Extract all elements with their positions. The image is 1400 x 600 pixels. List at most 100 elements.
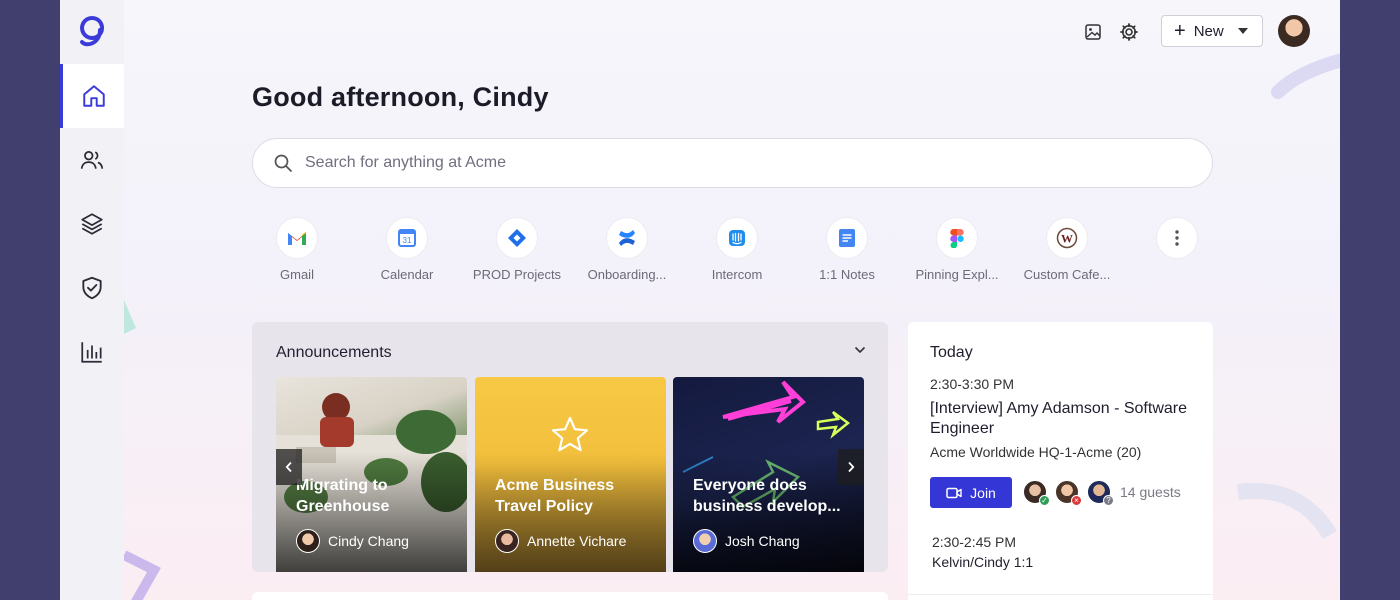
user-avatar[interactable]: [1278, 15, 1310, 47]
carousel-next-button[interactable]: [838, 449, 864, 485]
svg-text:31: 31: [403, 236, 412, 245]
plus-icon: +: [1174, 20, 1186, 42]
app-label: Calendar: [380, 267, 434, 282]
carousel-prev-button[interactable]: [276, 449, 302, 485]
event-title[interactable]: [Interview] Amy Adamson - Software Engin…: [930, 399, 1200, 439]
search-icon: [274, 154, 292, 172]
sidebar-item-layers[interactable]: [60, 192, 124, 256]
card-author: Josh Chang: [693, 529, 800, 553]
guest-avatar: ✓: [1022, 479, 1050, 506]
author-avatar: [495, 529, 519, 553]
video-camera-icon: [946, 487, 962, 498]
app-shortcut-pinning[interactable]: Pinning Expl...: [902, 218, 1012, 282]
guest-list[interactable]: ✓ × ? 14 guests: [1022, 479, 1181, 506]
decorative-arc: [1236, 483, 1337, 540]
app-shortcuts: Gmail 31 Calendar PROD Projects Onboardi…: [252, 218, 1212, 288]
event-time: 2:30-3:30 PM: [930, 376, 1015, 392]
chevron-left-icon: [285, 461, 292, 473]
chevron-right-icon: [848, 461, 855, 473]
shield-check-icon: [82, 276, 102, 300]
caret-down-icon: [1237, 28, 1248, 34]
image-icon[interactable]: [1081, 20, 1105, 44]
card-author: Annette Vichare: [495, 529, 626, 553]
app-label: Gmail: [280, 267, 314, 282]
sidebar-item-home[interactable]: [60, 64, 124, 128]
figma-icon: [937, 218, 977, 258]
app-shortcut-custom-cafe[interactable]: W Custom Cafe...: [1012, 218, 1122, 282]
more-apps-button[interactable]: [1122, 218, 1232, 258]
search-bar[interactable]: [252, 138, 1213, 188]
card-title: Acme Business Travel Policy: [495, 477, 615, 515]
decorative-arc: [1271, 53, 1340, 99]
sidebar: [60, 0, 124, 600]
chevron-down-icon[interactable]: [854, 346, 866, 354]
app-window: + New Good afternoon, Cindy Gmail: [60, 0, 1340, 600]
next-panel: [252, 592, 888, 600]
divider: [908, 594, 1213, 595]
new-button-label: New: [1193, 22, 1224, 40]
tentative-question-icon: ?: [1103, 495, 1114, 506]
declined-x-icon: ×: [1071, 495, 1082, 506]
today-panel: Today 2:30-3:30 PM [Interview] Amy Adams…: [908, 322, 1213, 600]
announcements-title: Announcements: [276, 344, 392, 361]
author-name: Annette Vichare: [527, 533, 627, 549]
w-logo-icon: W: [1047, 218, 1087, 258]
app-label: 1:1 Notes: [819, 267, 875, 282]
event-title[interactable]: Kelvin/Cindy 1:1: [932, 554, 1033, 570]
app-label: Intercom: [711, 267, 763, 282]
intercom-icon: [717, 218, 757, 258]
sidebar-item-people[interactable]: [60, 128, 124, 192]
event-location: Acme Worldwide HQ-1-Acme (20): [930, 444, 1142, 460]
announcements-panel: Announcements Migrating to Greenhouse Ci…: [252, 322, 888, 572]
guest-count: 14 guests: [1120, 484, 1181, 500]
confluence-icon: [607, 218, 647, 258]
announcement-card[interactable]: Acme Business Travel Policy Annette Vich…: [475, 377, 666, 572]
sidebar-item-security[interactable]: [60, 256, 124, 320]
app-label: PROD Projects: [472, 267, 562, 282]
card-author: Cindy Chang: [296, 529, 409, 553]
app-logo-icon[interactable]: [76, 14, 108, 50]
people-icon: [80, 151, 104, 169]
app-label: Custom Cafe...: [1023, 267, 1111, 282]
join-meeting-button[interactable]: Join: [930, 477, 1012, 508]
gmail-icon: [277, 218, 317, 258]
announcement-card[interactable]: Everyone does business develop... Josh C…: [673, 377, 864, 572]
decorative-shape: [124, 550, 161, 600]
app-shortcut-onboarding[interactable]: Onboarding...: [572, 218, 682, 282]
decorative-shape: [124, 300, 136, 334]
app-shortcut-gmail[interactable]: Gmail: [242, 218, 352, 282]
star-icon: [551, 416, 589, 452]
layers-icon: [81, 213, 103, 235]
today-heading: Today: [930, 344, 973, 361]
guest-avatar: ?: [1086, 479, 1114, 506]
author-avatar: [693, 529, 717, 553]
jira-icon: [497, 218, 537, 258]
app-shortcut-notes[interactable]: 1:1 Notes: [792, 218, 902, 282]
join-label: Join: [970, 484, 996, 501]
google-calendar-icon: 31: [387, 218, 427, 258]
app-label: Pinning Expl...: [915, 267, 999, 282]
more-vertical-icon: [1157, 218, 1197, 258]
google-docs-icon: [827, 218, 867, 258]
event-time: 2:30-2:45 PM: [932, 534, 1017, 550]
author-name: Josh Chang: [725, 533, 800, 549]
app-label: Onboarding...: [587, 267, 667, 282]
author-avatar: [296, 529, 320, 553]
home-icon: [82, 85, 105, 107]
new-button[interactable]: + New: [1161, 15, 1263, 47]
svg-text:W: W: [1061, 232, 1073, 246]
page-greeting: Good afternoon, Cindy: [252, 82, 549, 112]
app-shortcut-prod-projects[interactable]: PROD Projects: [462, 218, 572, 282]
guest-avatar: ×: [1054, 479, 1082, 506]
app-shortcut-intercom[interactable]: Intercom: [682, 218, 792, 282]
bar-chart-icon: [81, 342, 102, 363]
app-shortcut-calendar[interactable]: 31 Calendar: [352, 218, 462, 282]
card-title: Everyone does business develop...: [693, 477, 841, 515]
accepted-check-icon: ✓: [1039, 495, 1050, 506]
sidebar-item-analytics[interactable]: [60, 320, 124, 384]
gear-icon[interactable]: [1117, 20, 1141, 44]
announcement-card[interactable]: Migrating to Greenhouse Cindy Chang: [276, 377, 467, 572]
author-name: Cindy Chang: [328, 533, 409, 549]
card-title: Migrating to Greenhouse: [296, 477, 390, 515]
search-input[interactable]: [305, 154, 1212, 172]
